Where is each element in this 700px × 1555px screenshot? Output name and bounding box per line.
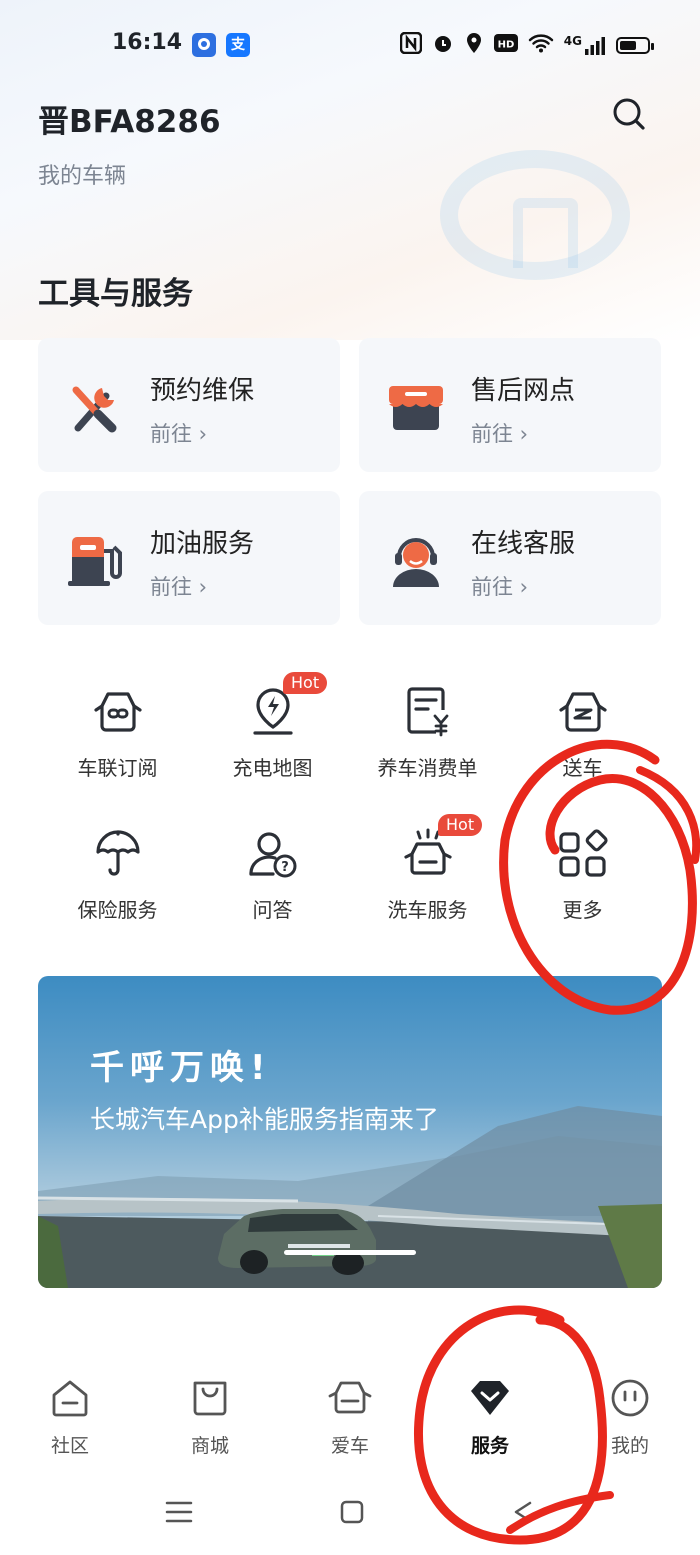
fuel-pump-icon bbox=[68, 537, 122, 586]
hot-badge: Hot bbox=[438, 814, 483, 836]
status-bar: 16:14 支 HD 4G bbox=[0, 28, 700, 60]
battery-icon bbox=[616, 37, 654, 54]
grid-item-car-delivery[interactable]: 送车 bbox=[505, 686, 660, 806]
grid-label: 保险服务 bbox=[77, 898, 158, 922]
store-icon bbox=[389, 386, 443, 430]
card-online-support[interactable]: 在线客服 前往 › bbox=[359, 491, 661, 625]
umbrella-icon bbox=[95, 830, 140, 876]
grid-item-car-wash[interactable]: Hot 洗车服务 bbox=[350, 814, 505, 948]
card-title: 加油服务 bbox=[150, 529, 255, 559]
nfc-icon bbox=[399, 31, 423, 59]
tab-community[interactable]: 社区 bbox=[20, 1377, 120, 1458]
car-delivery-icon bbox=[558, 692, 607, 732]
svg-text:?: ? bbox=[281, 860, 289, 875]
wrench-screwdriver-icon bbox=[72, 386, 117, 433]
card-go-link: 前往 › bbox=[471, 575, 529, 599]
grid-item-maintenance-bill[interactable]: 养车消费单 bbox=[350, 686, 505, 806]
hd-icon: HD bbox=[493, 33, 518, 58]
card-title: 在线客服 bbox=[471, 529, 576, 559]
grid-label: 养车消费单 bbox=[377, 756, 478, 780]
location-icon bbox=[464, 32, 484, 59]
card-go-link: 前往 › bbox=[150, 575, 208, 599]
suv-illustration bbox=[218, 1209, 376, 1275]
car-icon bbox=[328, 1381, 372, 1414]
grid-label: 充电地图 bbox=[232, 756, 313, 780]
grid-item-charging-map[interactable]: Hot 充电地图 bbox=[195, 672, 350, 806]
card-go-link: 前往 › bbox=[471, 422, 529, 446]
tab-label: 商城 bbox=[190, 1435, 229, 1457]
hot-badge: Hot bbox=[283, 672, 328, 694]
grid-item-insurance[interactable]: 保险服务 bbox=[40, 828, 195, 948]
location-app-icon bbox=[192, 33, 216, 57]
services-shield-icon bbox=[471, 1381, 509, 1415]
tab-label: 社区 bbox=[50, 1435, 89, 1457]
card-title: 售后网点 bbox=[471, 376, 576, 406]
home-nav-icon[interactable] bbox=[339, 1499, 365, 1525]
tab-label: 爱车 bbox=[330, 1435, 369, 1457]
more-grid-icon bbox=[558, 829, 608, 877]
bill-icon bbox=[406, 687, 448, 737]
section-title-tools: 工具与服务 bbox=[38, 276, 193, 312]
alipay-icon: 支 bbox=[226, 33, 250, 57]
grid-item-more[interactable]: 更多 bbox=[505, 828, 660, 948]
carousel-indicator bbox=[284, 1250, 416, 1255]
menu-nav-icon[interactable] bbox=[164, 1499, 194, 1525]
system-nav-bar bbox=[0, 1485, 700, 1545]
license-plate-title[interactable]: 晋BFA8286 bbox=[38, 96, 221, 141]
tab-profile[interactable]: 我的 bbox=[580, 1377, 680, 1458]
my-vehicle-link[interactable]: 我的车辆 bbox=[38, 158, 126, 190]
profile-face-icon bbox=[611, 1379, 649, 1417]
tab-label: 我的 bbox=[610, 1435, 649, 1457]
tab-mall[interactable]: 商城 bbox=[160, 1377, 260, 1458]
card-title: 预约维保 bbox=[150, 376, 255, 406]
tab-services[interactable]: 服务 bbox=[440, 1377, 540, 1458]
card-fuel-service[interactable]: 加油服务 前往 › bbox=[38, 491, 340, 625]
grid-item-connected-subscription[interactable]: 车联订阅 bbox=[40, 686, 195, 806]
signal-icon: 4G bbox=[564, 34, 606, 56]
svg-text:HD: HD bbox=[497, 40, 514, 51]
card-go-link: 前往 › bbox=[150, 422, 208, 446]
grid-label: 更多 bbox=[562, 898, 603, 922]
brand-logo-watermark bbox=[440, 150, 630, 280]
grid-label: 问答 bbox=[252, 898, 293, 922]
qa-icon: ? bbox=[248, 832, 296, 878]
tab-my-car[interactable]: 爱车 bbox=[300, 1377, 400, 1458]
promo-banner[interactable]: 千呼万唤! 长城汽车App补能服务指南来了 bbox=[38, 976, 662, 1288]
customer-service-icon bbox=[393, 538, 439, 587]
grid-label: 车联订阅 bbox=[77, 756, 158, 780]
grid-label: 洗车服务 bbox=[387, 898, 468, 922]
community-home-icon bbox=[52, 1380, 88, 1417]
search-icon[interactable] bbox=[612, 97, 646, 131]
banner-subtitle: 长城汽车App补能服务指南来了 bbox=[90, 1105, 439, 1134]
shopping-bag-icon bbox=[193, 1381, 227, 1416]
bottom-tab-bar: 社区 商城 爱车 服务 我的 bbox=[0, 1365, 700, 1465]
car-link-icon bbox=[93, 692, 142, 732]
status-icons: HD 4G bbox=[399, 31, 654, 59]
card-maintenance-booking[interactable]: 预约维保 前往 › bbox=[38, 338, 340, 472]
grid-item-qa[interactable]: ? 问答 bbox=[195, 828, 350, 948]
wifi-icon bbox=[528, 33, 554, 58]
grid-label: 送车 bbox=[562, 756, 603, 780]
alarm-icon bbox=[432, 32, 454, 59]
back-nav-icon[interactable] bbox=[510, 1499, 536, 1525]
card-after-sales-outlets[interactable]: 售后网点 前往 › bbox=[359, 338, 661, 472]
tab-label: 服务 bbox=[470, 1435, 509, 1457]
banner-title: 千呼万唤! bbox=[90, 1048, 272, 1088]
status-time: 16:14 bbox=[112, 30, 183, 55]
